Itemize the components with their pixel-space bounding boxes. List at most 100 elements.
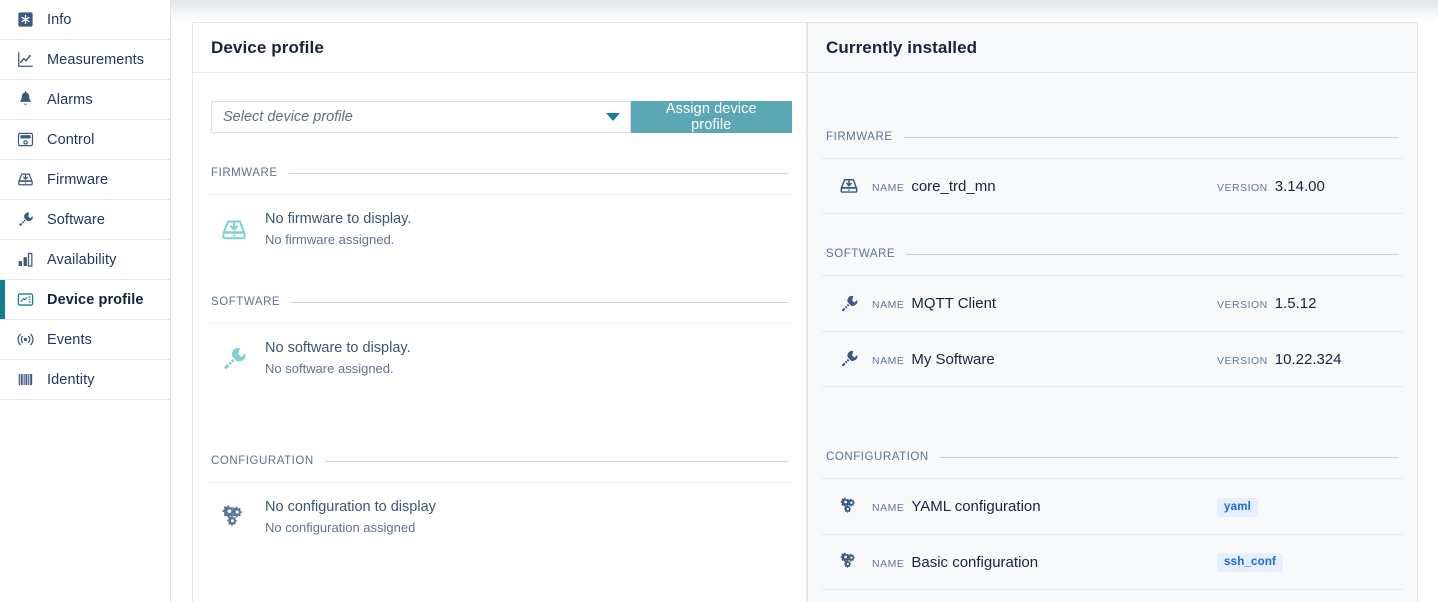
name-field-value: YAML configuration <box>911 498 1041 515</box>
name-field-value: My Software <box>911 350 995 368</box>
section-header: SOFTWARE <box>822 248 1403 260</box>
name-field-value: MQTT Client <box>911 295 997 312</box>
version-field: VERSION 1.5.12 <box>1217 295 1397 312</box>
sidebar-item-label: Software <box>47 211 106 228</box>
table-row[interactable]: NAME My Software VERSION 10.22.324 <box>822 331 1403 387</box>
sidebar-item-label: Info <box>47 11 72 28</box>
installed-top-spacer <box>822 73 1403 131</box>
version-field-value: 3.14.00 <box>1274 177 1325 195</box>
device-profile-select[interactable]: Select device profile <box>211 101 631 133</box>
gears-icon <box>826 496 872 518</box>
name-field-label: NAME <box>872 557 905 570</box>
table-row[interactable]: NAME core_trd_mn VERSION 3.14.00 <box>822 158 1403 214</box>
app-root: Info Measurements Alarms Control Firmware Sof… <box>0 0 1438 602</box>
wrench-icon <box>14 210 36 230</box>
assign-profile-row: Select device profile Assign device prof… <box>207 73 792 133</box>
installed-section-software: SOFTWARE NAME MQTT Client VERSION 1.5.12 NAME… <box>822 248 1403 417</box>
firmware-download-icon <box>211 215 257 245</box>
empty-state-subtitle: No configuration assigned <box>265 520 416 535</box>
sidebar-item-alarms[interactable]: Alarms <box>0 80 170 120</box>
empty-state-subtitle: No software assigned. <box>265 361 394 376</box>
sidebar-item-events[interactable]: Events <box>0 320 170 360</box>
bar-chart-icon <box>14 250 36 270</box>
sidebar-item-label: Firmware <box>47 171 109 188</box>
version-cell: VERSION 1.5.12 <box>1217 295 1397 312</box>
section-rule <box>291 301 788 303</box>
sidebar-item-software[interactable]: Software <box>0 200 170 240</box>
name-field: NAME YAML configuration <box>872 498 1217 515</box>
name-field-value: core_trd_mn <box>911 177 996 195</box>
sidebar-item-label: Measurements <box>47 51 145 68</box>
table-row[interactable]: NAME YAML configuration yaml <box>822 478 1403 534</box>
currently-installed-title: Currently installed <box>826 37 978 57</box>
empty-state-subtitle: No firmware assigned. <box>265 232 395 247</box>
currently-installed-panel-header: Currently installed <box>808 23 1417 73</box>
version-field: VERSION 3.14.00 <box>1217 178 1397 195</box>
config-type-badge: yaml <box>1217 497 1259 517</box>
profile-section-software: SOFTWARE No software to display. No softwa… <box>207 296 792 421</box>
gears-icon <box>826 551 872 573</box>
section-header: CONFIGURATION <box>207 455 792 467</box>
section-header: CONFIGURATION <box>822 451 1403 463</box>
sidebar-item-firmware[interactable]: Firmware <box>0 160 170 200</box>
section-label: FIRMWARE <box>826 131 893 143</box>
config-type-badge: ssh_conf <box>1217 553 1284 572</box>
version-field-value: 10.22.324 <box>1274 350 1342 368</box>
sidebar-item-availability[interactable]: Availability <box>0 240 170 280</box>
sidebar-item-info[interactable]: Info <box>0 0 170 40</box>
table-row[interactable]: NAME MQTT Client VERSION 1.5.12 <box>822 275 1403 331</box>
section-label: CONFIGURATION <box>211 455 314 467</box>
table-row[interactable]: NAME Basic configuration ssh_conf <box>822 534 1403 590</box>
sidebar: Info Measurements Alarms Control Firmware Sof… <box>0 0 171 602</box>
version-field-label: VERSION <box>1217 181 1268 194</box>
firmware-download-icon <box>14 170 36 190</box>
sidebar-item-device-profile[interactable]: Device profile <box>0 280 170 320</box>
installed-rows: NAME YAML configuration yaml NAME Basic conf… <box>822 478 1403 590</box>
name-field-label: NAME <box>872 502 905 514</box>
control-panel-icon <box>14 130 36 150</box>
chart-line-icon <box>14 50 36 70</box>
empty-state-title: No configuration to display <box>265 499 436 515</box>
firmware-download-icon <box>826 175 872 197</box>
name-field: NAME Basic configuration <box>872 554 1217 571</box>
name-field-value: Basic configuration <box>911 553 1039 571</box>
sidebar-item-identity[interactable]: Identity <box>0 360 170 400</box>
installed-rows: NAME MQTT Client VERSION 1.5.12 NAME My Softw… <box>822 275 1403 387</box>
section-header: FIRMWARE <box>822 131 1403 143</box>
top-scroll-shadow <box>0 0 1438 22</box>
chevron-down-icon[interactable] <box>605 113 620 121</box>
name-field-label: NAME <box>872 181 905 194</box>
profile-section-firmware: FIRMWARE No firmware to display. No firmwa… <box>207 167 792 262</box>
sidebar-item-label: Control <box>47 131 95 148</box>
wrench-icon <box>826 293 872 315</box>
sidebar-item-measurements[interactable]: Measurements <box>0 40 170 80</box>
version-cell: yaml <box>1217 497 1397 517</box>
barcode-icon <box>14 370 36 390</box>
sidebar-item-control[interactable]: Control <box>0 120 170 160</box>
page-title: Device profile <box>211 37 324 57</box>
section-rule <box>939 456 1399 458</box>
broadcast-icon <box>14 330 36 350</box>
installed-rows: NAME core_trd_mn VERSION 3.14.00 <box>822 158 1403 214</box>
name-field: NAME MQTT Client <box>872 295 1217 312</box>
empty-state-text: No configuration to display No configurat… <box>265 497 436 538</box>
sidebar-item-label: Alarms <box>47 91 93 108</box>
section-rule <box>324 460 788 462</box>
empty-state-title: No firmware to display. <box>265 211 412 227</box>
name-field: NAME core_trd_mn <box>872 178 1217 195</box>
sidebar-item-label: Identity <box>47 371 95 388</box>
device-profile-icon <box>14 290 36 310</box>
device-profile-panel-header: Device profile <box>193 23 806 73</box>
version-cell: VERSION 3.14.00 <box>1217 178 1397 195</box>
version-field-label: VERSION <box>1217 299 1268 311</box>
section-header: FIRMWARE <box>207 167 792 179</box>
version-field-value: 1.5.12 <box>1274 295 1317 312</box>
version-field-label: VERSION <box>1217 354 1268 367</box>
empty-state-row: No configuration to display No configurat… <box>207 482 792 550</box>
assign-device-profile-button[interactable]: Assign device profile <box>630 101 792 133</box>
sidebar-item-label: Device profile <box>47 291 144 308</box>
wrench-icon <box>211 344 257 374</box>
empty-state-text: No software to display. No software assig… <box>265 338 411 379</box>
